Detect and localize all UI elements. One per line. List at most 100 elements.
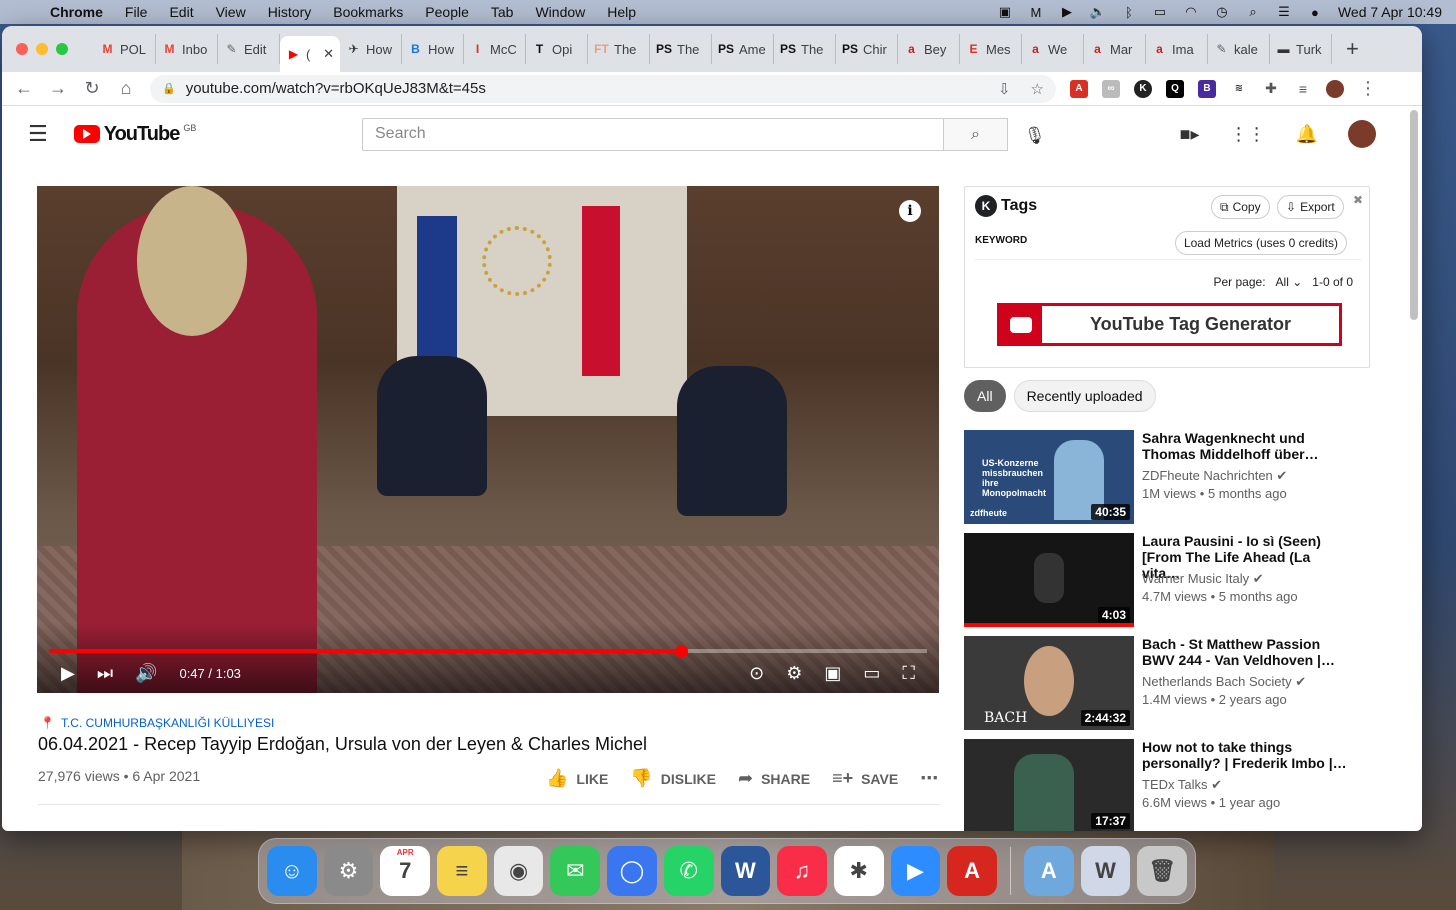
extension-rainbow-icon[interactable]: ≋ <box>1230 79 1248 98</box>
address-bar[interactable]: 🔒 youtube.com/watch?v=rbOKqUeJ83M&t=45s … <box>150 74 1056 103</box>
share-button[interactable]: ➦ SHARE <box>738 768 810 789</box>
bookmark-star-icon[interactable]: ☆ <box>1031 80 1044 98</box>
screen-record-icon[interactable]: ▣ <box>997 4 1013 19</box>
dock-applications-folder-icon[interactable]: A <box>1023 846 1074 896</box>
mute-volume-icon[interactable]: 🔊 <box>135 663 157 684</box>
spotlight-icon[interactable]: ⌕ <box>1245 4 1261 19</box>
menu-help[interactable]: Help <box>607 4 636 20</box>
search-input[interactable]: Search <box>362 118 944 151</box>
dock-calendar-icon[interactable]: 7 APR <box>380 846 431 896</box>
time-machine-icon[interactable]: ◷ <box>1214 4 1230 19</box>
info-icon[interactable]: i <box>899 200 921 222</box>
progress-scrubber-handle[interactable] <box>675 645 688 658</box>
dock-word-icon[interactable]: W <box>720 846 771 896</box>
related-video-channel[interactable]: TEDx Talks ✔ <box>1142 777 1222 793</box>
browser-tab[interactable]: PS The <box>774 34 836 64</box>
browser-tab[interactable]: a Mar <box>1084 34 1146 64</box>
browser-tab[interactable]: PS The <box>650 34 712 64</box>
per-page-select[interactable]: All ⌄ <box>1276 275 1303 289</box>
wifi-icon[interactable]: ◠ <box>1183 4 1199 19</box>
dock-whatsapp-icon[interactable]: ✆ <box>663 846 714 896</box>
browser-tab[interactable]: a Ima <box>1146 34 1208 64</box>
browser-tab[interactable]: T Opi <box>526 34 588 64</box>
extension-adblock-icon[interactable]: A <box>1070 79 1088 98</box>
related-video-item[interactable]: 4:03 Laura Pausini - Io sì (Seen) [From T… <box>964 533 1372 636</box>
related-video-channel[interactable]: ZDFheute Nachrichten ✔ <box>1142 468 1287 484</box>
like-button[interactable]: 👍 LIKE <box>546 768 608 789</box>
home-icon[interactable]: ⌂ <box>116 78 136 99</box>
menu-view[interactable]: View <box>216 4 246 20</box>
reload-icon[interactable]: ↻ <box>82 78 102 99</box>
browser-tab[interactable]: M Inbo <box>156 34 218 64</box>
back-icon[interactable]: ← <box>14 78 34 99</box>
dock-trash-icon[interactable]: 🗑 <box>1137 846 1187 896</box>
autoplay-toggle-icon[interactable]: ⊙ <box>749 663 764 684</box>
battery-icon[interactable]: ▭ <box>1152 4 1168 19</box>
dock-signal-icon[interactable]: ◯ <box>607 846 657 896</box>
search-button[interactable]: ⌕ <box>943 118 1008 151</box>
reading-list-icon[interactable]: ≡ <box>1294 79 1312 98</box>
lock-icon[interactable]: 🔒 <box>162 82 176 95</box>
control-center-icon[interactable]: ☰ <box>1276 4 1292 19</box>
dock-finder-icon[interactable]: ☺ <box>267 846 317 896</box>
extension-gray-icon[interactable]: ∞ <box>1102 79 1120 98</box>
volume-icon[interactable]: 🔊 <box>1090 4 1106 19</box>
chrome-menu-icon[interactable]: ⋮ <box>1358 78 1378 99</box>
extensions-puzzle-icon[interactable]: ✚ <box>1262 79 1280 98</box>
browser-tab[interactable]: ✎ Edit <box>218 34 280 64</box>
video-thumbnail[interactable]: 17:37 <box>964 739 1134 831</box>
theater-mode-icon[interactable]: ▭ <box>863 663 880 684</box>
related-video-title[interactable]: Sahra Wagenknecht und Thomas Middelhoff … <box>1142 430 1352 462</box>
install-icon[interactable]: ⇩ <box>998 80 1011 98</box>
save-button[interactable]: ≡+ SAVE <box>832 768 898 789</box>
dock-zoom-icon[interactable]: ▶ <box>890 846 941 896</box>
page-scrollbar[interactable] <box>1410 110 1418 320</box>
dislike-button[interactable]: 👎 DISLIKE <box>630 768 716 789</box>
browser-tab[interactable]: PS Ame <box>712 34 774 64</box>
extension-q-icon[interactable]: Q <box>1166 79 1184 98</box>
browser-tab[interactable]: B How <box>402 34 464 64</box>
browser-tab[interactable]: a Bey <box>898 34 960 64</box>
dock-system-preferences-icon[interactable]: ⚙ <box>323 846 374 896</box>
browser-tab[interactable]: ✎ kale <box>1208 34 1270 64</box>
dock-documents-icon[interactable]: W <box>1080 846 1131 896</box>
browser-tab[interactable]: I McC <box>464 34 526 64</box>
new-tab-button[interactable]: + <box>1346 36 1359 62</box>
forward-icon[interactable]: → <box>48 78 68 99</box>
menu-edit[interactable]: Edit <box>169 4 193 20</box>
gmail-icon[interactable]: M <box>1028 5 1044 20</box>
video-thumbnail[interactable]: US-Konzerne missbrauchen ihre Monopolmac… <box>964 430 1134 524</box>
miniplayer-icon[interactable]: ▣ <box>824 663 841 684</box>
minimize-window-button[interactable] <box>36 43 48 55</box>
related-video-channel[interactable]: Warner Music Italy ✔ <box>1142 571 1264 587</box>
menubar-clock[interactable]: Wed 7 Apr 10:49 <box>1338 4 1442 20</box>
chip-recently-uploaded[interactable]: Recently uploaded <box>1013 380 1156 412</box>
browser-tab[interactable]: ▶ (✕ <box>280 36 340 72</box>
next-video-icon[interactable]: ⏭ <box>97 663 113 684</box>
menu-file[interactable]: File <box>125 4 148 20</box>
settings-gear-icon[interactable]: ⚙ <box>786 663 802 684</box>
related-video-item[interactable]: 17:37 How not to take things personally? … <box>964 739 1372 831</box>
related-video-title[interactable]: How not to take things personally? | Fre… <box>1142 739 1352 771</box>
apple-menu-icon[interactable] <box>14 4 30 20</box>
create-video-icon[interactable]: ■▸ <box>1180 124 1200 145</box>
siri-icon[interactable]: ● <box>1307 5 1323 20</box>
video-thumbnail[interactable]: BACH 2:44:32 <box>964 636 1134 730</box>
extension-b-icon[interactable]: B <box>1198 79 1216 98</box>
account-avatar[interactable] <box>1348 120 1376 148</box>
notifications-bell-icon[interactable]: 🔔 <box>1296 124 1318 145</box>
play-icon[interactable]: ▶ <box>1059 4 1075 19</box>
load-metrics-button[interactable]: Load Metrics (uses 0 credits) <box>1174 231 1347 255</box>
menu-people[interactable]: People <box>425 4 469 20</box>
profile-avatar[interactable] <box>1326 79 1344 98</box>
microphone-icon[interactable]: 🎙 <box>1024 126 1046 146</box>
dock-music-icon[interactable]: ♫ <box>777 846 827 896</box>
fullscreen-icon[interactable]: ⛶ <box>902 663 915 684</box>
dock-messages-icon[interactable]: ✉ <box>550 846 601 896</box>
browser-tab[interactable]: PS Chir <box>836 34 898 64</box>
dock-notes-icon[interactable]: ≡ <box>437 846 487 896</box>
video-thumbnail[interactable]: 4:03 <box>964 533 1134 627</box>
video-player[interactable]: i ▶ ⏭ 🔊 0:47 / 1:03 ⊙ ⚙ ▣ ▭ ⛶ <box>37 186 939 693</box>
dock-slack-icon[interactable]: ✱ <box>833 846 884 896</box>
related-video-item[interactable]: BACH 2:44:32 Bach - St Matthew Passion BWV… <box>964 636 1372 739</box>
